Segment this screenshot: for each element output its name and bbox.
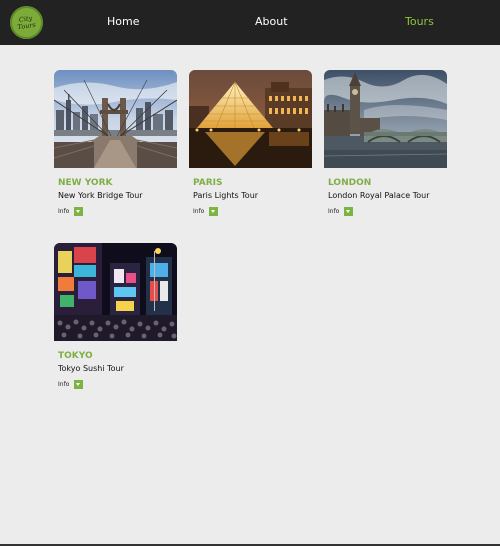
info-dropdown-button[interactable] xyxy=(344,207,354,216)
tour-name: Paris Lights Tour xyxy=(193,191,259,200)
info-row: Info xyxy=(58,207,84,216)
logo-text: City Tours xyxy=(16,14,37,31)
tour-card-new-york: NEW YORK New York Bridge Tour Info xyxy=(54,70,177,216)
tour-city-title: PARIS xyxy=(193,178,223,188)
info-label: Info xyxy=(328,208,340,215)
tour-card-tokyo: TOKYO Tokyo Sushi Tour Info xyxy=(54,243,177,389)
tokyo-shibuya-image[interactable] xyxy=(54,243,177,341)
nav-link-tours[interactable]: Tours xyxy=(405,15,434,28)
info-row: Info xyxy=(328,207,354,216)
tour-card-london: LONDON London Royal Palace Tour Info xyxy=(324,70,447,216)
info-label: Info xyxy=(58,208,70,215)
nav-link-about[interactable]: About xyxy=(255,15,288,28)
tour-city-title: TOKYO xyxy=(58,351,93,361)
info-label: Info xyxy=(193,208,205,215)
city-tours-logo[interactable]: City Tours xyxy=(10,6,43,39)
logo-line-2: Tours xyxy=(17,20,37,31)
info-row: Info xyxy=(193,207,219,216)
tour-city-title: LONDON xyxy=(328,178,372,188)
tour-name: London Royal Palace Tour xyxy=(328,191,430,200)
info-label: Info xyxy=(58,381,70,388)
tour-card-paris: PARIS Paris Lights Tour Info xyxy=(189,70,312,216)
paris-louvre-image[interactable] xyxy=(189,70,312,168)
london-big-ben-image[interactable] xyxy=(324,70,447,168)
info-row: Info xyxy=(58,380,84,389)
info-dropdown-button[interactable] xyxy=(209,207,219,216)
tour-city-title: NEW YORK xyxy=(58,178,113,188)
tour-name: Tokyo Sushi Tour xyxy=(58,364,124,373)
new-york-bridge-image[interactable] xyxy=(54,70,177,168)
tour-name: New York Bridge Tour xyxy=(58,191,143,200)
navbar: City Tours Home About Tours xyxy=(0,0,500,45)
info-dropdown-button[interactable] xyxy=(74,380,84,389)
nav-link-home[interactable]: Home xyxy=(107,15,139,28)
info-dropdown-button[interactable] xyxy=(74,207,84,216)
